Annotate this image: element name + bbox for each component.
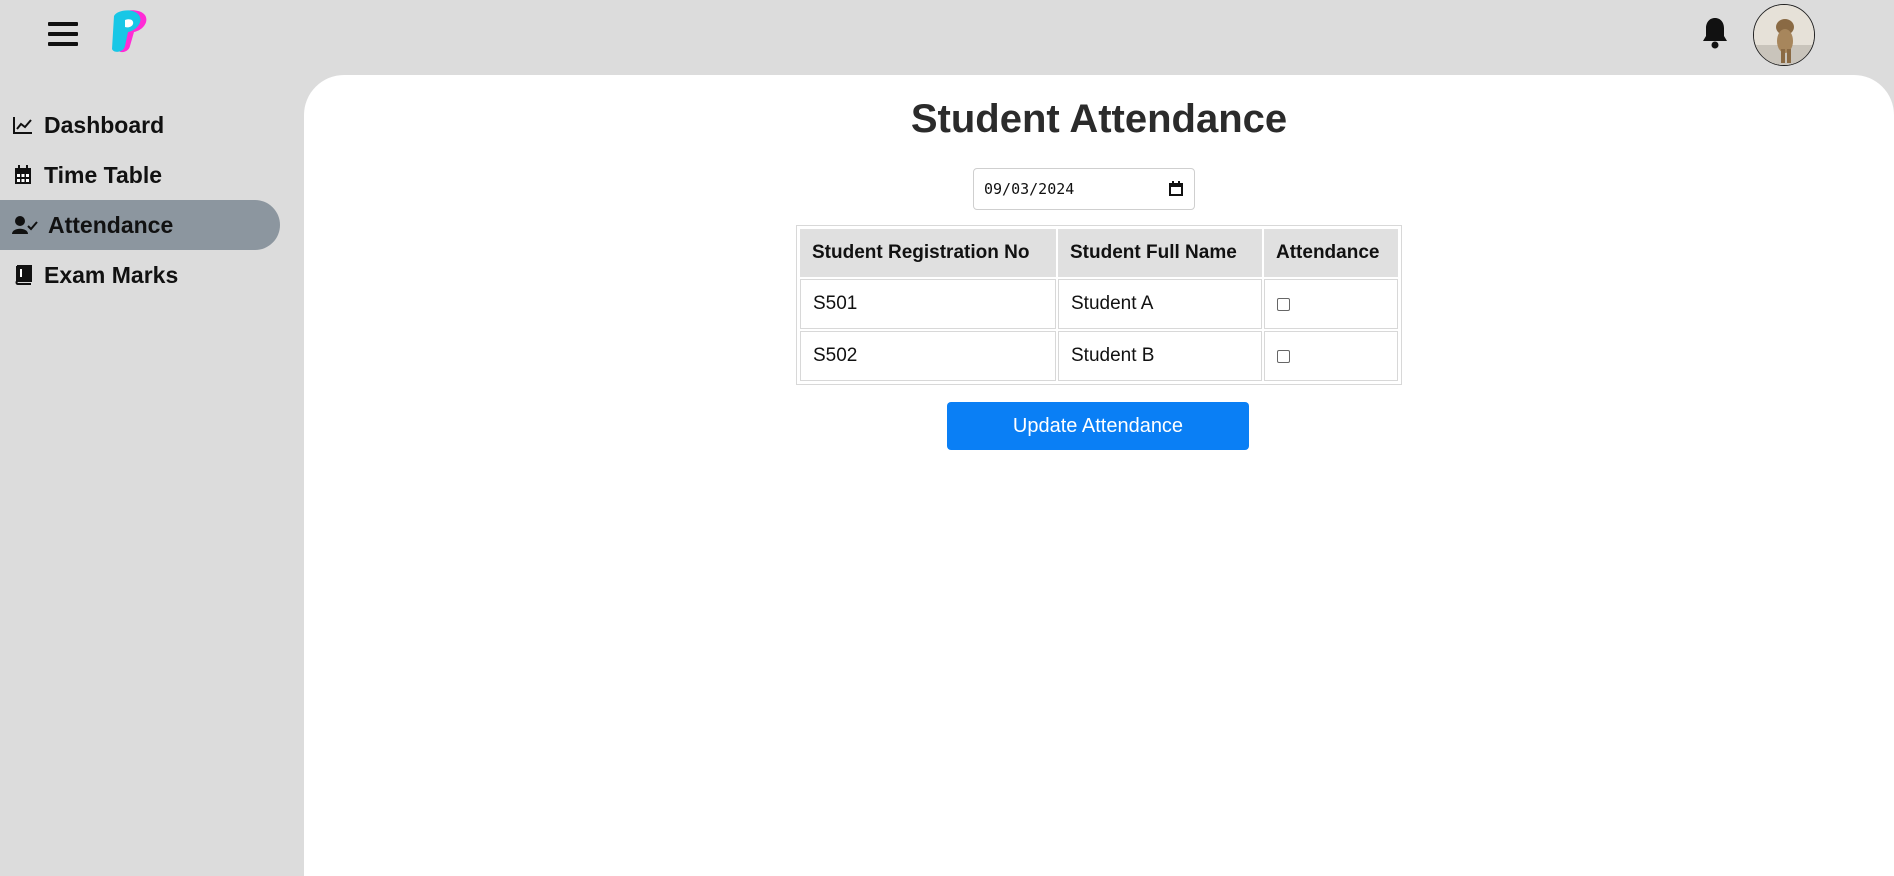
sidebar-item-dashboard[interactable]: Dashboard [0,100,280,150]
table-header-row: Student Registration No Student Full Nam… [800,229,1398,277]
table-row: S501 Student A [800,279,1398,329]
attendance-checkbox[interactable] [1277,297,1290,311]
registration-no-cell: S501 [800,279,1056,329]
date-input[interactable]: 09/03/2024 [973,168,1195,210]
hamburger-icon [48,22,78,26]
user-check-icon [12,214,38,236]
brand-logo-icon [112,10,147,53]
sidebar-item-time-table[interactable]: Time Table [0,150,280,200]
attendance-checkbox[interactable] [1277,349,1290,363]
sidebar-item-label: Dashboard [44,111,165,138]
user-avatar[interactable] [1753,4,1815,66]
hamburger-line [48,42,78,46]
page-title: Student Attendance [910,97,1288,141]
registration-no-cell: S502 [800,331,1056,381]
column-header-full-name: Student Full Name [1058,229,1262,277]
date-value: 09/03/2024 [984,180,1075,198]
sidebar: Dashboard Time Table Attendance Exam Mar… [0,100,280,300]
avatar-image [1754,5,1814,65]
sidebar-item-label: Time Table [44,161,163,188]
hamburger-line [48,32,78,36]
column-header-registration: Student Registration No [800,229,1056,277]
chart-line-icon [12,114,34,136]
attendance-cell [1264,331,1398,381]
table-row: S502 Student B [800,331,1398,381]
full-name-cell: Student B [1058,331,1262,381]
bell-icon[interactable] [1700,16,1730,50]
sidebar-item-label: Attendance [48,211,174,238]
attendance-table: Student Registration No Student Full Nam… [796,225,1402,385]
full-name-cell: Student A [1058,279,1262,329]
calendar-picker-icon[interactable] [1168,181,1184,197]
calendar-icon [12,164,34,186]
main-panel: Student Attendance 09/03/2024 Student Re… [304,75,1894,876]
sidebar-item-attendance[interactable]: Attendance [0,200,280,250]
sidebar-item-label: Exam Marks [44,261,179,288]
attendance-cell [1264,279,1398,329]
update-attendance-button[interactable]: Update Attendance [947,402,1249,450]
book-icon [12,264,34,286]
sidebar-item-exam-marks[interactable]: Exam Marks [0,250,280,300]
column-header-attendance: Attendance [1264,229,1398,277]
menu-button[interactable] [48,22,78,46]
